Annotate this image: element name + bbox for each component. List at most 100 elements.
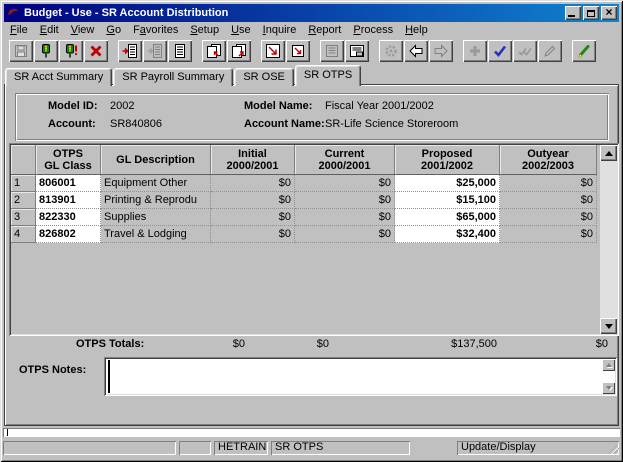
- menubar: FileEditViewGoFavoritesSetupUseInquireRe…: [4, 22, 619, 38]
- menu-go[interactable]: Go: [100, 23, 127, 37]
- cell-description[interactable]: Travel & Lodging: [101, 226, 211, 243]
- menu-inquire[interactable]: Inquire: [257, 23, 303, 37]
- cell-outyear[interactable]: $0: [500, 226, 597, 243]
- cell-description[interactable]: Equipment Other: [101, 175, 211, 192]
- previous-button[interactable]: [404, 40, 428, 62]
- cell-initial[interactable]: $0: [211, 175, 295, 192]
- totals-label: OTPS Totals:: [76, 338, 144, 350]
- cell-outyear[interactable]: $0: [500, 209, 597, 226]
- menu-use[interactable]: Use: [225, 23, 257, 37]
- toolbar-separator: [454, 50, 463, 51]
- minimize-button[interactable]: [565, 6, 581, 20]
- add-button[interactable]: [463, 40, 487, 62]
- highlight-button[interactable]: [572, 40, 596, 62]
- confirm-all-button[interactable]: [513, 40, 537, 62]
- highlight-icon: [576, 43, 592, 59]
- scroll-track[interactable]: [600, 161, 617, 318]
- menu-process[interactable]: Process: [347, 23, 399, 37]
- menu-edit[interactable]: Edit: [34, 23, 65, 37]
- copy-backward-button[interactable]: [202, 40, 226, 62]
- maximize-icon: [587, 10, 595, 17]
- close-button[interactable]: ×: [601, 6, 617, 20]
- maximize-button[interactable]: [583, 6, 599, 20]
- delete-button[interactable]: [84, 40, 108, 62]
- account-value: SR840806: [110, 118, 162, 130]
- next-button[interactable]: [429, 40, 453, 62]
- menu-view[interactable]: View: [65, 23, 101, 37]
- cell-outyear[interactable]: $0: [500, 192, 597, 209]
- cell-gl-class[interactable]: 822330: [36, 209, 101, 226]
- app-window: Budget - Use - SR Account Distribution ×…: [0, 0, 623, 462]
- cell-outyear[interactable]: $0: [500, 175, 597, 192]
- scroll-down-icon: [605, 324, 613, 329]
- model-id-value: 2002: [110, 100, 134, 112]
- menu-help[interactable]: Help: [399, 23, 434, 37]
- status-message-panel: [3, 441, 176, 455]
- menu-file[interactable]: File: [4, 23, 34, 37]
- drill-down-button[interactable]: [261, 40, 285, 62]
- drill-down-alt-button[interactable]: [286, 40, 310, 62]
- notes-scroll-up-button[interactable]: [602, 359, 615, 371]
- cell-proposed[interactable]: $25,000: [395, 175, 500, 192]
- save-button[interactable]: [9, 40, 33, 62]
- insert-row-alt-button[interactable]: [143, 40, 167, 62]
- cell-proposed[interactable]: $15,100: [395, 192, 500, 209]
- tab-sr-ose[interactable]: SR OSE: [234, 68, 294, 86]
- data-grid: OTPSGL ClassGL DescriptionInitial2000/20…: [9, 143, 619, 336]
- cell-current[interactable]: $0: [295, 226, 395, 243]
- model-name-value: Fiscal Year 2001/2002: [325, 100, 434, 112]
- confirm-button[interactable]: [488, 40, 512, 62]
- close-icon: ×: [605, 7, 612, 17]
- cell-description[interactable]: Supplies: [101, 209, 211, 226]
- detail-form-button[interactable]: [345, 40, 369, 62]
- options-button[interactable]: [379, 40, 403, 62]
- commit-button[interactable]: [34, 40, 58, 62]
- cell-num: 2: [11, 192, 36, 209]
- notes-text: [110, 360, 601, 393]
- commit-alert-button[interactable]: [59, 40, 83, 62]
- menu-report[interactable]: Report: [302, 23, 347, 37]
- tab-sr-otps[interactable]: SR OTPS: [295, 65, 361, 86]
- copy-backward-icon: [206, 43, 222, 59]
- cell-current[interactable]: $0: [295, 209, 395, 226]
- tab-sr-acct-summary[interactable]: SR Acct Summary: [5, 68, 112, 86]
- insert-row-button[interactable]: [118, 40, 142, 62]
- confirm-icon: [492, 43, 508, 59]
- copy-forward-button[interactable]: [227, 40, 251, 62]
- status-database-panel: HETRAIN: [214, 441, 268, 455]
- save-icon: [13, 43, 29, 59]
- detail-list-button[interactable]: [320, 40, 344, 62]
- cell-gl-class[interactable]: 806001: [36, 175, 101, 192]
- scroll-down-button[interactable]: [600, 318, 617, 334]
- toolbar-separator: [252, 50, 261, 51]
- cell-num: 1: [11, 175, 36, 192]
- tab-page: Model ID:2002Model Name:Fiscal Year 2001…: [4, 84, 619, 426]
- notes-scroll-down-button[interactable]: [602, 382, 615, 394]
- modify-button[interactable]: [538, 40, 562, 62]
- cell-description[interactable]: Printing & Reprodu: [101, 192, 211, 209]
- grid-scrollbar[interactable]: [600, 145, 617, 334]
- cell-gl-class[interactable]: 826802: [36, 226, 101, 243]
- tab-sr-payroll-summary[interactable]: SR Payroll Summary: [113, 68, 233, 86]
- cell-num: 4: [11, 226, 36, 243]
- notes-scroll-down-icon: [606, 386, 612, 390]
- toolbar-separator: [193, 50, 202, 51]
- cell-initial[interactable]: $0: [211, 192, 295, 209]
- scroll-up-button[interactable]: [600, 145, 617, 161]
- cell-current[interactable]: $0: [295, 192, 395, 209]
- notes-input[interactable]: [104, 357, 617, 396]
- cell-gl-class[interactable]: 813901: [36, 192, 101, 209]
- menu-setup[interactable]: Setup: [184, 23, 225, 37]
- cell-current[interactable]: $0: [295, 175, 395, 192]
- view-rows-button[interactable]: [168, 40, 192, 62]
- previous-icon: [408, 43, 424, 59]
- cell-proposed[interactable]: $32,400: [395, 226, 500, 243]
- cell-proposed[interactable]: $65,000: [395, 209, 500, 226]
- cell-num: 3: [11, 209, 36, 226]
- message-line[interactable]: [3, 428, 620, 437]
- cell-initial[interactable]: $0: [211, 226, 295, 243]
- account-label: Account:: [48, 118, 96, 130]
- menu-favorites[interactable]: Favorites: [127, 23, 184, 37]
- view-rows-icon: [172, 43, 188, 59]
- cell-initial[interactable]: $0: [211, 209, 295, 226]
